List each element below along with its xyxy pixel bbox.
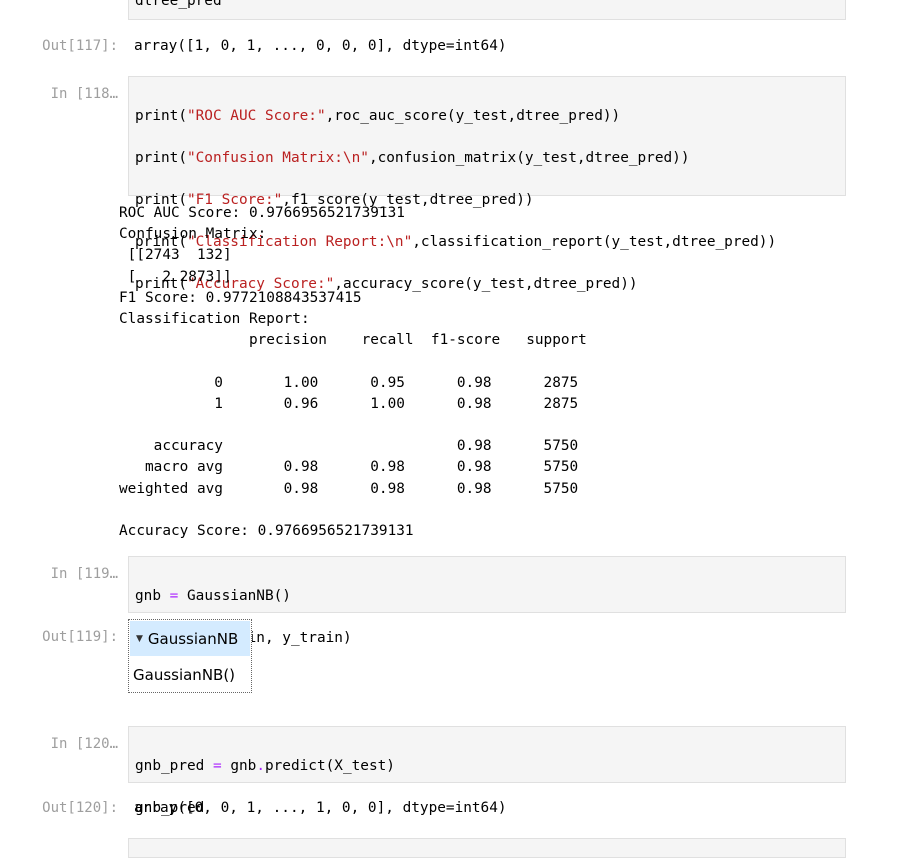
- estimator-widget-toggle[interactable]: ▼ GaussianNB: [130, 621, 250, 656]
- input-prompt-120: In [120…: [50, 736, 118, 752]
- output-text-117: array([1, 0, 1, ..., 0, 0, 0], dtype=int…: [134, 38, 507, 54]
- code-cell-118[interactable]: print("ROC AUC Score:",roc_auc_score(y_t…: [128, 76, 846, 292]
- output-text-120: array([0, 0, 1, ..., 1, 0, 0], dtype=int…: [134, 800, 507, 816]
- code-line: print("ROC AUC Score:",roc_auc_score(y_t…: [135, 108, 621, 124]
- code-cell-119[interactable]: gnb = GaussianNB() gnb.fit(X_train, y_tr…: [128, 556, 846, 646]
- input-prompt-119: In [119…: [50, 566, 118, 582]
- estimator-widget-title: GaussianNB: [147, 629, 239, 648]
- code-cell-next[interactable]: [128, 838, 846, 858]
- output-prompt-119: Out[119]:: [42, 629, 118, 645]
- code-line: gnb_pred = gnb.predict(X_test): [135, 758, 395, 774]
- estimator-widget-repr: GaussianNB(): [133, 666, 236, 684]
- code-line: gnb = GaussianNB(): [135, 588, 291, 604]
- output-prompt-117: Out[117]:: [42, 38, 118, 54]
- code-line: print("Confusion Matrix:\n",confusion_ma…: [135, 150, 690, 166]
- triangle-down-icon: ▼: [136, 633, 143, 644]
- code-line: dtree_pred: [135, 0, 222, 9]
- output-prompt-120: Out[120]:: [42, 800, 118, 816]
- code-cell-120[interactable]: gnb_pred = gnb.predict(X_test) gnb_pred: [128, 726, 846, 816]
- stream-output-118: ROC AUC Score: 0.9766956521739131 Confus…: [119, 205, 587, 540]
- estimator-widget: ▼ GaussianNB GaussianNB(): [128, 619, 252, 693]
- input-prompt-118: In [118…: [50, 86, 118, 102]
- code-cell-prev[interactable]: dtree_pred: [128, 0, 846, 20]
